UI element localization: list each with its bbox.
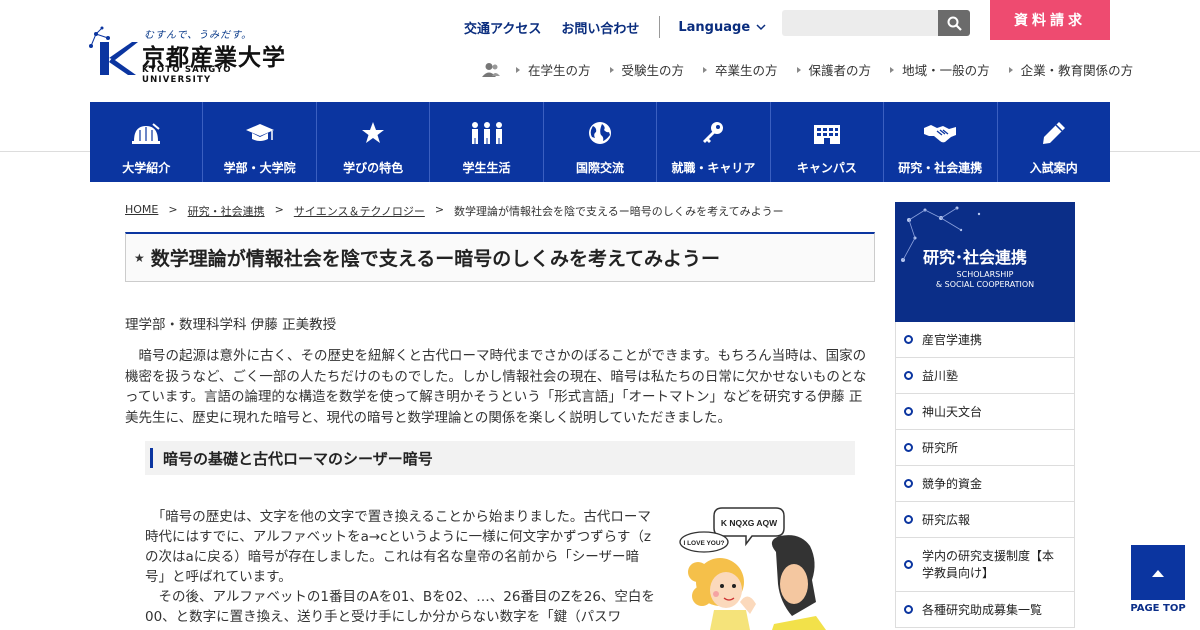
circle-bullet-icon — [904, 479, 913, 488]
sidebar-header[interactable]: 研究･社会連携 SCHOLARSHIP & SOCIAL COOPERATION — [895, 202, 1075, 322]
search-button[interactable] — [938, 10, 970, 36]
access-link[interactable]: 交通アクセス — [464, 18, 541, 37]
arrow-right-icon — [1008, 66, 1013, 73]
logo-subtitle: KYOTO SANGYO UNIVERSITY — [142, 65, 232, 85]
star-icon — [362, 122, 385, 143]
nav-faculties[interactable]: 学部・大学院 — [203, 102, 317, 182]
body-paragraph: 「暗号の歴史は、文字を他の文字で置き換えることから始まりました。古代ローマ時代に… — [145, 509, 651, 585]
breadcrumb-separator: > — [274, 203, 284, 216]
audience-link[interactable]: 在学生の方 — [516, 60, 591, 79]
arrow-up-icon — [1152, 569, 1164, 577]
page-title: 数学理論が情報社会を陰で支えるー暗号のしくみを考えてみようー — [150, 248, 721, 270]
dome-icon — [132, 123, 161, 144]
breadcrumb-research[interactable]: 研究・社会連携 — [188, 203, 265, 219]
article-intro: 暗号の起源は意外に古く、その歴史を紐解くと古代ローマ時代までさかのぼることができ… — [125, 348, 867, 426]
sidebar-item[interactable]: 各種研究助成募集一覧 — [895, 592, 1075, 628]
page-top-button[interactable] — [1131, 545, 1185, 600]
logo-mark-icon — [89, 26, 138, 75]
page-top-label[interactable]: PAGE TOP — [1126, 603, 1190, 614]
divider — [659, 16, 661, 38]
article-body: 「暗号の歴史は、文字を他の文字で置き換えることから始まりました。古代ローマ時代に… — [145, 507, 655, 627]
sidebar-item[interactable]: 研究所 — [895, 430, 1075, 466]
caesar-cipher-illustration: K NQXG AQW I LOVE YOU? — [679, 507, 826, 630]
article-author: 理学部・数理科学科 伊藤 正美教授 — [125, 317, 337, 333]
audience-link[interactable]: 受験生の方 — [609, 60, 684, 79]
bubble-ciphertext: K NQXG AQW — [721, 518, 778, 528]
nav-campus[interactable]: キャンパス — [771, 102, 885, 182]
star-icon: ★ — [134, 250, 145, 265]
search-icon — [947, 16, 962, 31]
section-heading: 暗号の基礎と古代ローマのシーザー暗号 — [163, 449, 433, 468]
arrow-right-icon — [796, 66, 801, 73]
audience-link[interactable]: 保護者の方 — [796, 60, 871, 79]
sidebar-list: 産官学連携 益川塾 神山天文台 研究所 競争的資金 研究広報 学内の研究支援制度… — [895, 322, 1075, 628]
sidebar-item[interactable]: 競争的資金 — [895, 466, 1075, 502]
audience-link[interactable]: 卒業生の方 — [703, 60, 778, 79]
nav-student-life[interactable]: 学生生活 — [430, 102, 544, 182]
body-paragraph: その後、アルファベットの1番目のAを01、Bを02、…、26番目のZを26、空白… — [145, 589, 655, 625]
breadcrumb-science[interactable]: サイエンス＆テクノロジー — [294, 203, 425, 219]
section-heading-box: 暗号の基礎と古代ローマのシーザー暗号 — [145, 441, 855, 475]
breadcrumb-current: 数学理論が情報社会を陰で支えるー暗号のしくみを考えてみようー — [454, 205, 784, 218]
nav-international[interactable]: 国際交流 — [544, 102, 658, 182]
circle-bullet-icon — [904, 560, 913, 569]
nav-research[interactable]: 研究・社会連携 — [884, 102, 998, 182]
nav-about[interactable]: 大学紹介 — [90, 102, 204, 182]
audience-nav: 在学生の方 受験生の方 卒業生の方 保護者の方 地域・一般の方 企業・教育関係の… — [482, 60, 1133, 79]
request-materials-button[interactable]: 資料請求 — [990, 0, 1110, 40]
heading-bar — [150, 448, 153, 468]
people-icon — [482, 62, 500, 77]
breadcrumb-home[interactable]: HOME — [125, 203, 158, 219]
breadcrumb: HOME > 研究・社会連携 > サイエンス＆テクノロジー > 数学理論が情報社… — [125, 203, 784, 219]
nav-admissions[interactable]: 入試案内 — [998, 102, 1110, 182]
audience-link[interactable]: 企業・教育関係の方 — [1008, 60, 1133, 79]
search-input[interactable] — [782, 10, 938, 36]
university-logo[interactable]: むすんで、うみだす。 京都産業大学 KYOTO SANGYO UNIVERSIT… — [88, 24, 298, 85]
nav-features[interactable]: 学びの特色 — [317, 102, 431, 182]
sidebar-item[interactable]: 産官学連携 — [895, 322, 1075, 358]
breadcrumb-separator: > — [168, 203, 178, 216]
breadcrumb-separator: > — [434, 203, 445, 216]
circle-bullet-icon — [904, 371, 913, 380]
arrow-right-icon — [609, 66, 614, 73]
sidebar-item[interactable]: 神山天文台 — [895, 394, 1075, 430]
contact-link[interactable]: お問い合わせ — [561, 18, 639, 37]
pencil-icon — [1042, 122, 1065, 144]
circle-bullet-icon — [904, 443, 913, 452]
circle-bullet-icon — [904, 605, 913, 614]
handshake-icon — [924, 125, 957, 143]
arrow-right-icon — [516, 66, 520, 73]
utility-links: 交通アクセス お問い合わせ Language — [464, 16, 766, 38]
graduation-cap-icon — [245, 124, 274, 141]
chevron-down-icon — [756, 24, 766, 31]
arrow-right-icon — [890, 66, 895, 73]
sidebar-subtitle: SCHOLARSHIP & SOCIAL COOPERATION — [935, 270, 1035, 289]
sidebar-title: 研究･社会連携 — [923, 248, 1028, 267]
people-icon — [471, 122, 502, 144]
circle-bullet-icon — [904, 407, 913, 416]
page: むすんで、うみだす。 京都産業大学 KYOTO SANGYO UNIVERSIT… — [0, 0, 1200, 630]
circle-bullet-icon — [904, 515, 913, 524]
arrow-right-icon — [703, 66, 708, 73]
language-dropdown[interactable]: Language — [678, 20, 766, 35]
article-title-box: ★ 数学理論が情報社会を陰で支えるー暗号のしくみを考えてみようー — [125, 232, 875, 282]
main-nav: 大学紹介 学部・大学院 学びの特色 学生生活 国際交流 就職・キャリア キャンパ… — [90, 102, 1110, 182]
sidebar-item[interactable]: 益川塾 — [895, 358, 1075, 394]
audience-link[interactable]: 地域・一般の方 — [890, 60, 990, 79]
building-icon — [813, 125, 840, 144]
language-label: Language — [678, 19, 751, 35]
circle-bullet-icon — [904, 335, 913, 344]
nav-career[interactable]: 就職・キャリア — [657, 102, 771, 182]
key-icon — [703, 122, 724, 143]
search-box — [782, 10, 970, 36]
sidebar-item[interactable]: 学内の研究支援制度【本学教員向け】 — [895, 538, 1075, 592]
globe-icon — [588, 122, 611, 144]
sidebar-item[interactable]: 研究広報 — [895, 502, 1075, 538]
bubble-plaintext: I LOVE YOU? — [683, 540, 724, 547]
